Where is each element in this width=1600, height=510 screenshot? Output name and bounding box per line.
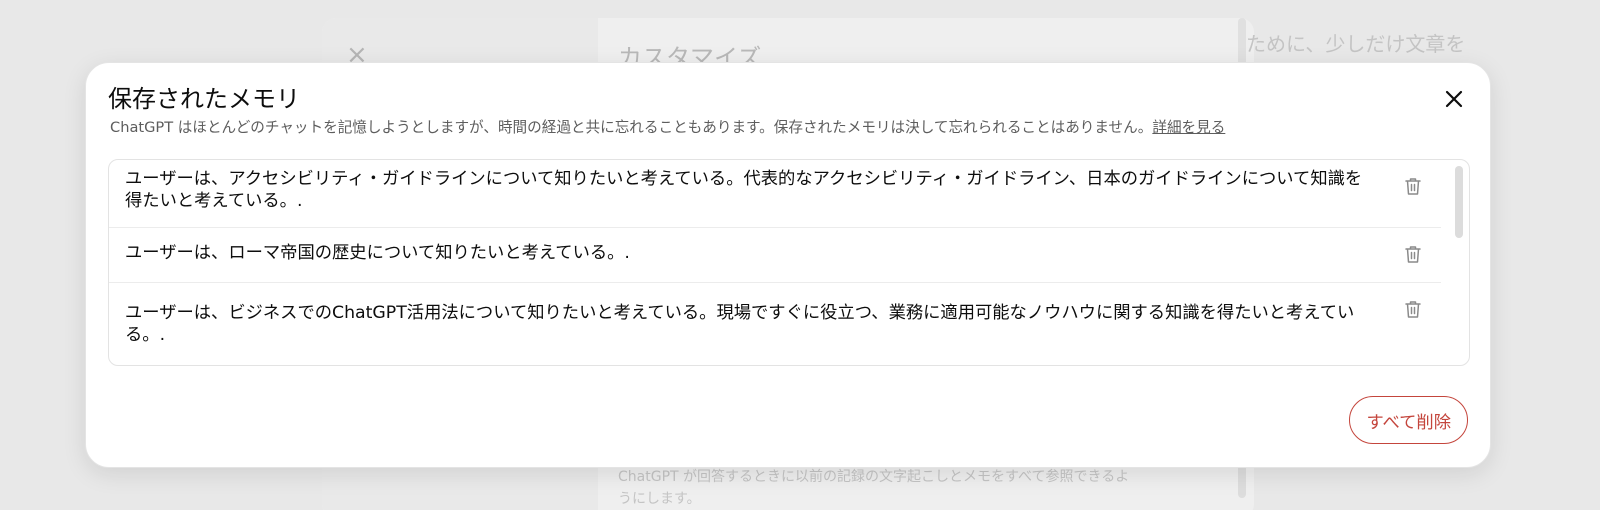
trash-icon	[1405, 301, 1421, 318]
delete-memory-button[interactable]	[1401, 174, 1425, 198]
saved-memory-dialog: 保存されたメモリ ChatGPT はほとんどのチャットを記憶しようとしますが、時…	[85, 62, 1491, 468]
background-description: ChatGPT が回答するときに以前の記録の文字起こしとメモをすべて参照できるよ…	[618, 469, 1130, 507]
dialog-title: 保存されたメモリ	[108, 85, 300, 113]
memory-list: ユーザーは、アクセシビリティ・ガイドラインについて知りたいと考えている。代表的な…	[108, 159, 1470, 366]
memory-item: ユーザーは、ローマ帝国の歴史について知りたいと考えている。.	[109, 228, 1441, 283]
memory-item: ユーザーは、アクセシビリティ・ガイドラインについて知りたいと考えている。代表的な…	[109, 160, 1441, 228]
trash-icon	[1405, 246, 1421, 263]
close-icon	[1445, 90, 1463, 108]
background-right-text: ために、少しだけ文章を	[1246, 32, 1466, 56]
memory-text: ユーザーは、ビジネスでのChatGPT活用法について知りたいと考えている。現場で…	[125, 303, 1355, 345]
trash-icon	[1405, 178, 1421, 195]
memory-item: ユーザーは、ビジネスでのChatGPT活用法について知りたいと考えている。現場で…	[109, 283, 1441, 365]
delete-memory-button[interactable]	[1401, 297, 1425, 321]
description-text: ChatGPT はほとんどのチャットを記憶しようとしますが、時間の経過と共に忘れ…	[110, 119, 1153, 136]
learn-more-link[interactable]: 詳細を見る	[1152, 119, 1225, 136]
dialog-description: ChatGPT はほとんどのチャットを記憶しようとしますが、時間の経過と共に忘れ…	[110, 116, 1225, 137]
memory-list-scrollbar[interactable]	[1455, 166, 1463, 238]
memory-text: ユーザーは、アクセシビリティ・ガイドラインについて知りたいと考えている。代表的な…	[125, 169, 1363, 211]
delete-memory-button[interactable]	[1401, 242, 1425, 266]
close-button[interactable]	[1438, 83, 1470, 115]
memory-text: ユーザーは、ローマ帝国の歴史について知りたいと考えている。.	[125, 243, 630, 263]
delete-all-button[interactable]: すべて削除	[1349, 396, 1468, 444]
